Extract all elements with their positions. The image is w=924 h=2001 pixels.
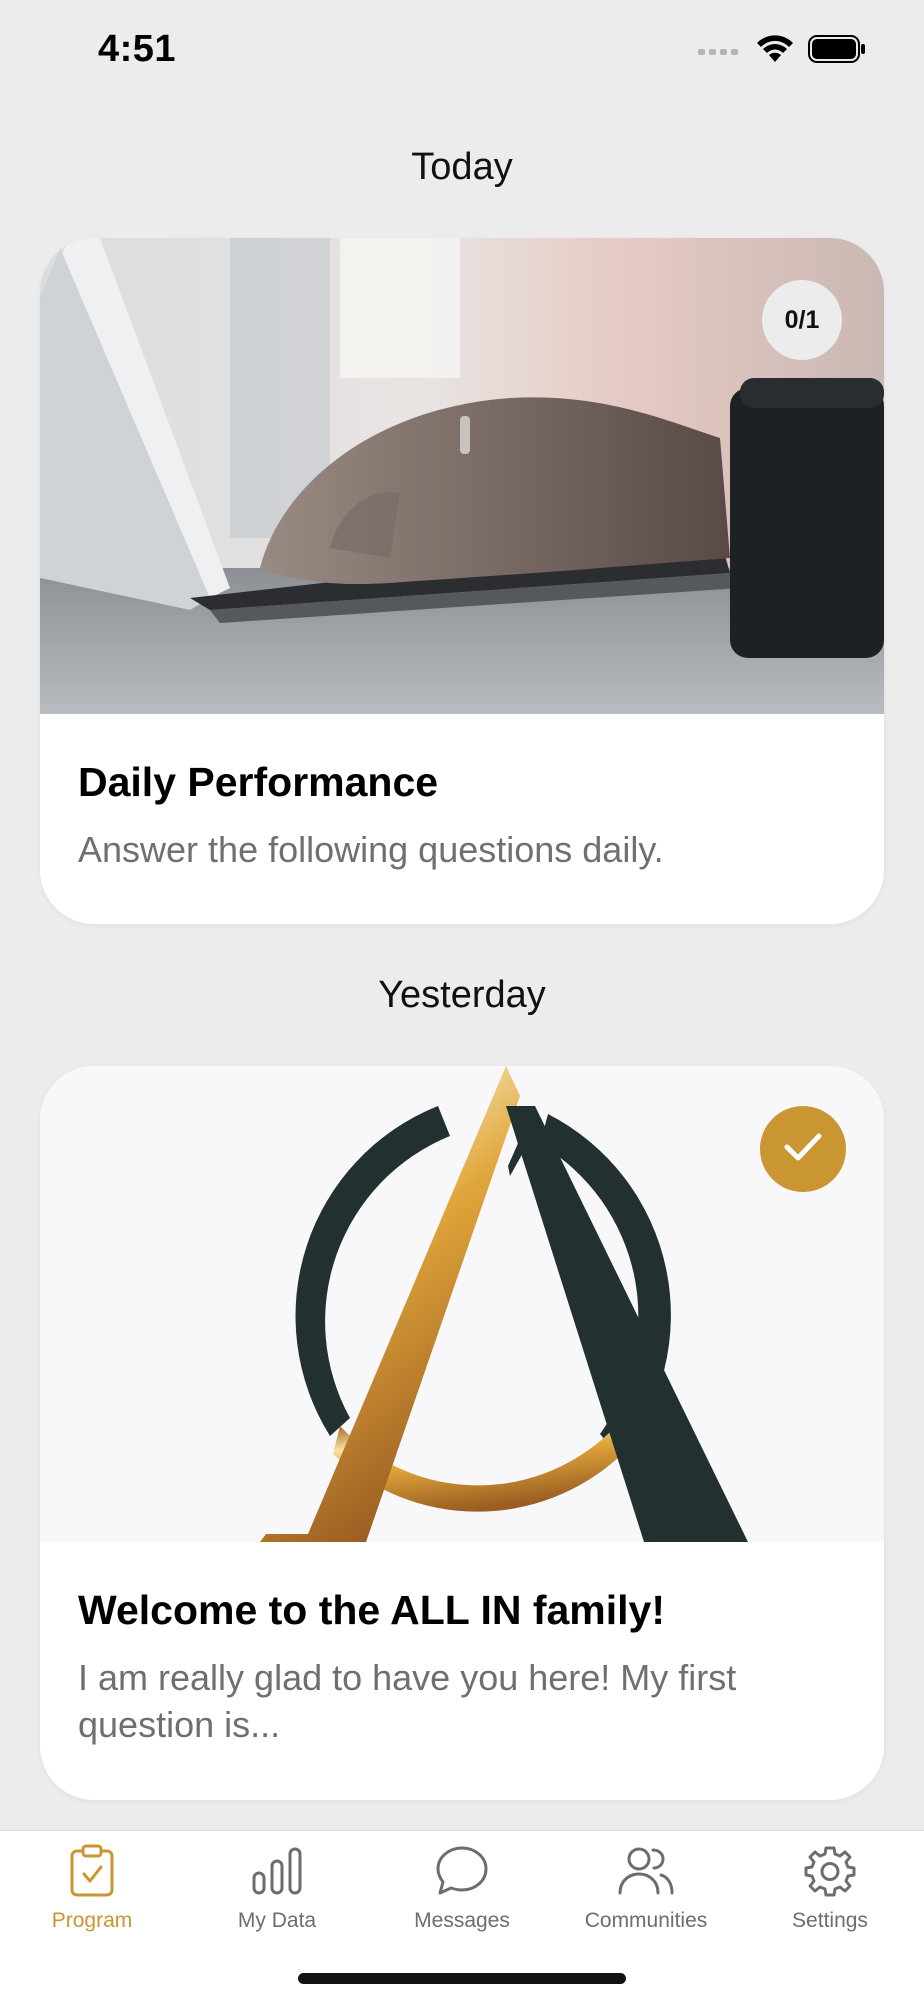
status-bar: 4:51 xyxy=(0,0,924,110)
checkmark-icon xyxy=(783,1131,823,1168)
tab-program[interactable]: Program xyxy=(0,1841,184,1933)
tab-my-data[interactable]: My Data xyxy=(185,1841,369,1933)
welcome-card[interactable]: Welcome to the ALL IN family! I am reall… xyxy=(40,1066,884,1800)
wifi-icon xyxy=(756,34,794,69)
tab-label: Messages xyxy=(414,1909,510,1932)
home-indicator xyxy=(298,1973,626,1984)
all-in-logo xyxy=(40,1066,884,1542)
tab-label: Settings xyxy=(792,1909,868,1932)
section-title-yesterday: Yesterday xyxy=(378,974,546,1016)
clipboard-check-icon xyxy=(69,1841,115,1901)
tab-label: Communities xyxy=(584,1909,708,1932)
progress-badge: 0/1 xyxy=(762,280,842,360)
completed-badge xyxy=(760,1106,846,1192)
signal-icon xyxy=(698,41,742,62)
tab-label: My Data xyxy=(237,1909,317,1932)
laptop-typing-photo: 0/1 xyxy=(40,238,884,714)
card-description: Answer the following questions daily. xyxy=(78,829,664,871)
card-title: Welcome to the ALL IN family! xyxy=(78,1587,665,1633)
status-time: 4:51 xyxy=(98,28,177,70)
daily-performance-card[interactable]: 0/1 Daily Performance Answer the followi… xyxy=(40,238,884,924)
gear-icon xyxy=(804,1841,856,1901)
people-icon xyxy=(617,1841,675,1901)
chat-bubble-icon xyxy=(435,1841,489,1901)
battery-icon xyxy=(808,35,866,68)
tab-communities[interactable]: Communities xyxy=(554,1841,738,1933)
status-icons xyxy=(698,34,866,69)
card-title: Daily Performance xyxy=(78,759,439,805)
card-description: I am really glad to have you here! My fi… xyxy=(78,1657,737,1745)
tab-settings[interactable]: Settings xyxy=(738,1841,922,1933)
section-title-today: Today xyxy=(411,146,513,188)
bar-chart-icon xyxy=(251,1841,303,1901)
tab-messages[interactable]: Messages xyxy=(370,1841,554,1933)
tab-label: Program xyxy=(51,1909,133,1932)
